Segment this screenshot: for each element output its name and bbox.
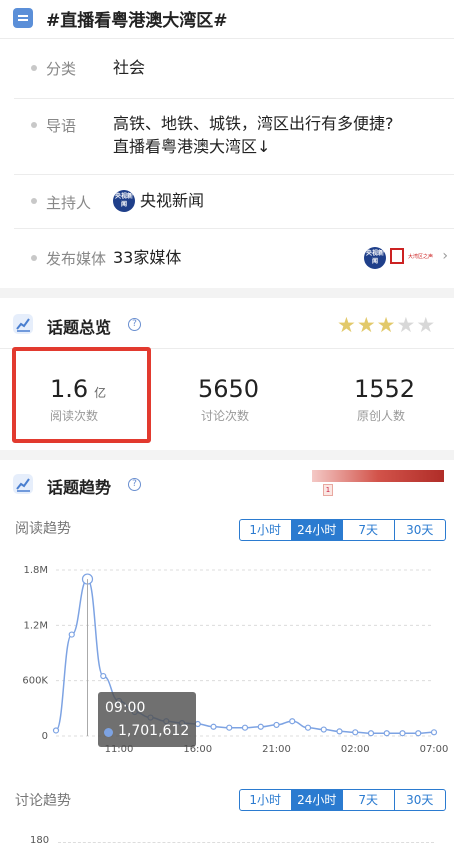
x-tick-label: 02:00 [341,744,370,755]
y-tick-label: 0 [42,731,48,742]
discussion-range-tabs: 1小时 24小时 7天 30天 [239,789,446,811]
data-point [336,728,343,735]
star-filled-icon: ★ [356,313,377,337]
tab-7-days[interactable]: 7天 [343,790,395,810]
tab-1-hour[interactable]: 1小时 [240,520,292,540]
topic-doc-icon [13,8,33,28]
data-point [210,723,217,730]
media-value: 33家媒体 [113,248,182,267]
bullet-icon [31,65,37,71]
trend-title: 话题趋势 [47,478,112,497]
data-point [352,729,359,736]
rating-stars: ★★★★★ [337,313,436,337]
star-filled-icon: ★ [376,313,397,337]
data-point [257,723,264,730]
data-point [289,718,296,725]
data-point [100,672,107,680]
tooltip-value: 1,701,612 [118,723,190,739]
discussion-trend-subtitle: 讨论趋势 [15,793,71,809]
stat-discussions-label: 讨论次数 [201,409,250,423]
reading-trend-subtitle: 阅读趋势 [15,521,71,537]
section-gap [0,450,454,460]
data-point [68,631,75,638]
heat-scale-bar [312,470,444,482]
host-value[interactable]: 央视新闻 [140,189,204,213]
cctv-news-logo: 央视新闻 [364,247,386,269]
y-tick-label: 1.8M [23,565,48,576]
y-tick-label: 1.2M [23,620,48,631]
data-point [241,724,249,731]
tab-1-hour[interactable]: 1小时 [240,790,292,810]
section-gap [0,288,454,298]
data-point [194,720,201,728]
gridline [58,842,434,843]
chart-tooltip: 09:00 1,701,612 [98,692,196,747]
category-value: 社会 [113,58,146,77]
data-point [430,729,438,736]
info-row-host: 主持人 央视新闻 央视新闻 [0,174,454,228]
host-label: 主持人 [46,194,92,212]
star-empty-icon: ★ [396,313,417,337]
tab-24-hours[interactable]: 24小时 [291,790,343,810]
stat-discussions-value: 5650 [198,375,260,403]
reading-range-tabs: 1小时 24小时 7天 30天 [239,519,446,541]
data-point [383,730,390,737]
info-row-guide: 导语 高铁、地铁、城铁，湾区出行有多便捷? 直播看粤港澳大湾区↓ [0,98,454,174]
data-point [399,730,406,737]
data-point [367,730,375,737]
tab-7-days[interactable]: 7天 [343,520,395,540]
tooltip-time: 09:00 [105,700,146,716]
y-tick-label: 600K [22,676,48,687]
bullet-icon [31,122,37,128]
info-row-category: 分类 社会 [0,38,454,98]
guide-line-1: 高铁、地铁、城铁，湾区出行有多便捷? [113,114,394,133]
chart-trend-icon [13,474,33,494]
tab-30-days[interactable]: 30天 [395,520,446,540]
star-filled-icon: ★ [337,313,357,337]
tab-30-days[interactable]: 30天 [395,790,446,810]
reading-trend-chart[interactable]: 0600K1.2M1.8M11:00 16:00 21:00 02:00 07:00 [0,560,454,760]
tooltip-series-dot [104,728,113,737]
guide-line-2[interactable]: 直播看粤港澳大湾区↓ [113,135,270,159]
info-row-media[interactable]: 发布媒体 33家媒体 央视新闻 大湾区之声 › [0,228,454,286]
data-point [415,730,422,737]
bullet-icon [31,198,37,204]
cctv-news-logo: 央视新闻 [113,190,135,212]
x-tick-label: 21:00 [262,744,291,755]
help-icon[interactable]: ? [128,478,141,491]
topic-header: #直播看粤港澳大湾区# [0,0,454,36]
topic-title: #直播看粤港澳大湾区# [46,11,228,31]
gba-voice-logo-text: 大湾区之声 [408,254,434,260]
star-empty-icon: ★ [416,313,437,337]
x-tick-label: 07:00 [420,744,449,755]
category-label: 分类 [46,60,77,78]
chevron-right-icon[interactable]: › [442,248,448,264]
highlight-box [12,347,151,443]
stat-creators-label: 原创人数 [357,409,406,423]
heat-marker: 1 [323,484,333,496]
guide-label: 导语 [46,117,77,135]
media-label: 发布媒体 [46,250,107,268]
tab-24-hours[interactable]: 24小时 [291,520,343,540]
data-point [226,724,233,731]
data-point [304,724,312,731]
chart-trend-icon [13,314,33,334]
data-point [320,726,327,733]
overview-title: 话题总览 [47,318,112,337]
gba-voice-logo [390,248,404,264]
data-point [273,721,280,729]
data-point [52,727,60,734]
y-tick-label: 180 [30,835,50,846]
bullet-icon [31,255,37,261]
help-icon[interactable]: ? [128,318,141,331]
stat-creators-value: 1552 [354,375,416,403]
